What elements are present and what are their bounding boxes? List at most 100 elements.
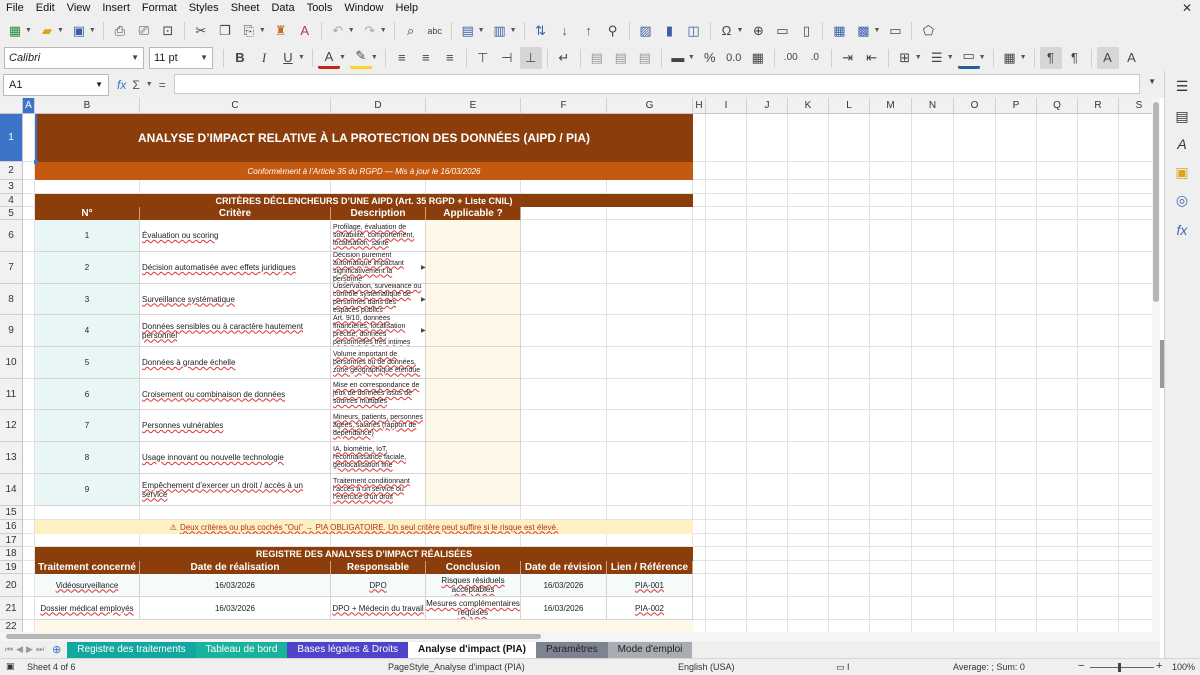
criteria-applicable-cell[interactable] xyxy=(426,220,521,252)
chevron-down-icon[interactable]: ▼ xyxy=(89,27,96,34)
chevron-down-icon[interactable]: ▼ xyxy=(348,27,355,34)
comment-icon[interactable]: ▭ xyxy=(771,20,793,42)
chevron-down-icon[interactable]: ▼ xyxy=(979,54,986,61)
row-icon[interactable]: ▤ xyxy=(457,20,479,42)
row-header[interactable]: 2 xyxy=(0,162,23,180)
cut-icon[interactable]: ✂ xyxy=(190,20,212,42)
column-header[interactable]: B xyxy=(35,98,140,114)
save-icon[interactable]: ▣ xyxy=(68,20,90,42)
chevron-down-icon[interactable]: ▼ xyxy=(371,54,378,61)
register-header-cell[interactable]: Responsable xyxy=(331,561,426,574)
increase-indent-icon[interactable]: ⇥ xyxy=(837,47,859,69)
register-header-cell[interactable]: Lien / Référence xyxy=(607,561,693,574)
row-header[interactable]: 13 xyxy=(0,442,23,474)
menu-insert[interactable]: Insert xyxy=(96,0,136,17)
clone-formatting-icon[interactable]: ♜ xyxy=(270,20,292,42)
criteria-description-cell[interactable]: Observation, surveillance ou contrôle sy… xyxy=(331,284,426,315)
column-header[interactable]: J xyxy=(747,98,788,114)
text-orientation-horizontal-icon[interactable]: A xyxy=(1096,46,1119,69)
criteria-number-cell[interactable]: 3 xyxy=(35,284,140,315)
criteria-number-cell[interactable]: 6 xyxy=(35,379,140,410)
sheet-title[interactable]: ANALYSE D’IMPACT RELATIVE À LA PROTECTIO… xyxy=(35,114,693,162)
properties-icon[interactable]: ▤ xyxy=(1173,107,1191,125)
menu-help[interactable]: Help xyxy=(390,0,425,17)
criteria-description-cell[interactable]: Profilage, évaluation de solvabilité, co… xyxy=(331,220,426,252)
functions-icon[interactable]: fx xyxy=(1173,221,1191,239)
redo-icon[interactable]: ↷ xyxy=(359,20,381,42)
criteria-name-cell[interactable]: Personnes vulnérables xyxy=(140,410,331,442)
zoom-slider[interactable] xyxy=(1090,667,1154,668)
criteria-applicable-cell[interactable] xyxy=(426,347,521,379)
column-header[interactable]: M xyxy=(870,98,912,114)
next-sheet-icon[interactable]: ▶ xyxy=(26,644,33,655)
column-header[interactable]: A xyxy=(23,98,35,114)
criteria-number-cell[interactable]: 5 xyxy=(35,347,140,379)
tab-mode-d-emploi[interactable]: Mode d'emploi xyxy=(607,641,693,658)
criteria-description-cell[interactable]: Décision purement automatique impactant … xyxy=(331,252,426,284)
navigator-icon[interactable]: ◎ xyxy=(1173,191,1191,209)
font-color-icon[interactable]: A xyxy=(317,47,340,69)
sidebar-split-handle[interactable] xyxy=(1160,340,1164,388)
row-header[interactable]: 15 xyxy=(0,506,23,520)
criteria-applicable-cell[interactable] xyxy=(426,379,521,410)
menu-file[interactable]: File xyxy=(0,0,30,17)
insert-chart-icon[interactable]: ▮ xyxy=(659,20,681,42)
align-bottom-icon[interactable]: ⊥ xyxy=(519,46,542,69)
clear-formatting-icon[interactable]: A xyxy=(294,20,316,42)
tab-tableau-de-bord[interactable]: Tableau de bord xyxy=(195,641,288,658)
unmerge-cells-icon[interactable]: ▤ xyxy=(634,47,656,69)
row-header[interactable]: 21 xyxy=(0,597,23,620)
date-format-icon[interactable]: ▦ xyxy=(747,47,769,69)
column-header[interactable]: F xyxy=(521,98,607,114)
criteria-description-cell[interactable]: IA, biométrie, IoT, reconnaissance facia… xyxy=(331,442,426,474)
zoom-slider-knob[interactable] xyxy=(1118,663,1121,672)
tab-param-tres[interactable]: Paramètres xyxy=(535,641,608,658)
criteria-name-cell[interactable]: Surveillance systématique xyxy=(140,284,331,315)
column-header[interactable]: I xyxy=(706,98,747,114)
chevron-down-icon[interactable]: ▼ xyxy=(478,27,485,34)
chevron-down-icon[interactable]: ▼ xyxy=(510,27,517,34)
register-header-cell[interactable]: Date de révision xyxy=(521,561,607,574)
criteria-name-cell[interactable]: Données sensibles ou à caractère hauteme… xyxy=(140,315,331,347)
number-format-icon[interactable]: 0.0 xyxy=(723,47,745,69)
first-sheet-icon[interactable]: ⏮ xyxy=(5,644,13,655)
add-sheet-icon[interactable]: ⊕ xyxy=(52,643,61,656)
open-folder-icon[interactable]: ▰ xyxy=(36,20,58,42)
chevron-down-icon[interactable]: ▼ xyxy=(57,27,64,34)
row-header[interactable]: 11 xyxy=(0,379,23,410)
page-style[interactable]: PageStyle_Analyse d'impact (PIA) xyxy=(388,662,525,672)
register-header-cell[interactable]: Date de réalisation xyxy=(140,561,331,574)
menu-edit[interactable]: Edit xyxy=(30,0,61,17)
criteria-description-cell[interactable]: Mise en correspondance de jeux de donnée… xyxy=(331,379,426,410)
chevron-down-icon[interactable]: ▼ xyxy=(1020,54,1027,61)
font-name-box[interactable]: Calibri ▼ xyxy=(4,46,144,69)
criteria-applicable-cell[interactable] xyxy=(426,284,521,315)
tab-bases-l-gales-droits[interactable]: Bases légales & Droits xyxy=(287,641,409,658)
font-size-box[interactable]: 11 pt ▼ xyxy=(149,46,213,69)
register-section-title[interactable]: REGISTRE DES ANALYSES D’IMPACT RÉALISÉES xyxy=(35,547,693,561)
criteria-number-cell[interactable]: 2 xyxy=(35,252,140,284)
border-style-icon[interactable]: ☰ xyxy=(926,47,948,69)
column-icon[interactable]: ▥ xyxy=(489,20,511,42)
bold-icon[interactable]: B xyxy=(229,47,251,69)
tab-analyse-d-impact-pia[interactable]: Analyse d'impact (PIA) xyxy=(408,641,536,658)
insert-image-icon[interactable]: ▨ xyxy=(635,20,657,42)
criteria-applicable-cell[interactable] xyxy=(426,474,521,506)
decrease-indent-icon[interactable]: ⇤ xyxy=(861,47,883,69)
criteria-header-cell[interactable]: Critère xyxy=(140,207,331,220)
merge-cells-icon[interactable]: ▤ xyxy=(586,47,608,69)
row-header[interactable]: 18 xyxy=(0,547,23,561)
criteria-description-cell[interactable]: Traitement conditionnant l’accès à un se… xyxy=(331,474,426,506)
chevron-down-icon[interactable]: ▼ xyxy=(947,54,954,61)
sum-icon[interactable]: Σ xyxy=(132,78,139,92)
register-conclusion-cell[interactable]: Risques résiduels acceptables xyxy=(426,574,521,597)
add-decimal-icon[interactable]: .00 xyxy=(780,47,802,69)
menu-sheet[interactable]: Sheet xyxy=(225,0,266,17)
chevron-down-icon[interactable]: ▼ xyxy=(200,53,208,62)
text-direction-rtl-icon[interactable]: ¶ xyxy=(1064,47,1086,69)
row-header[interactable]: 14 xyxy=(0,474,23,506)
headers-footers-icon[interactable]: ▯ xyxy=(795,20,817,42)
hyperlink-icon[interactable]: ⊕ xyxy=(747,20,769,42)
chevron-down-icon[interactable]: ▼ xyxy=(146,81,153,88)
row-header[interactable]: 5 xyxy=(0,207,23,220)
